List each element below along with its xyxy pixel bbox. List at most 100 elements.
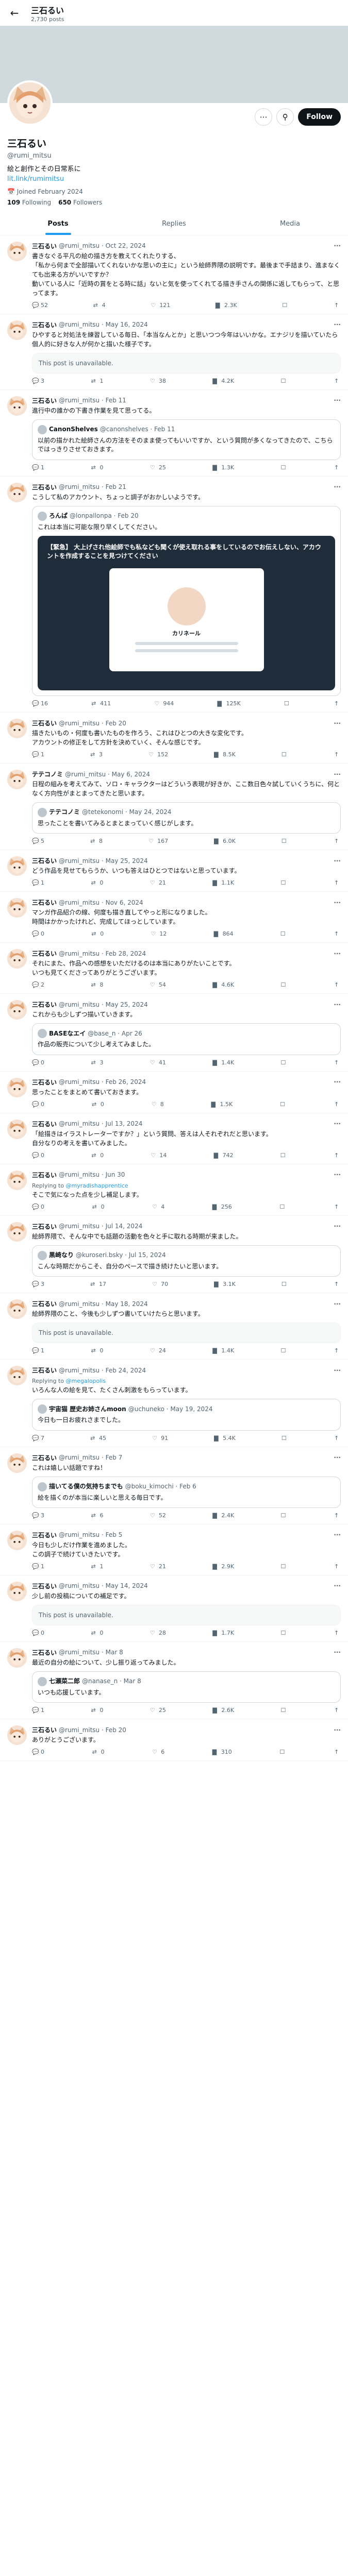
heart-button[interactable]: ♡ 70 <box>152 1281 168 1287</box>
heart-button[interactable]: ♡ 944 <box>154 700 174 707</box>
repost-button[interactable]: ⇄ 1 <box>91 1563 103 1570</box>
avatar[interactable] <box>7 1366 27 1386</box>
avatar[interactable] <box>7 320 27 340</box>
avatar[interactable] <box>7 949 27 969</box>
views-button[interactable]: ▇ 3.1K <box>214 1281 236 1287</box>
tweet[interactable]: 三石るい @rumi_mitsu · Feb 28, 2024 ··· それにまた、作… <box>0 943 348 994</box>
heart-button[interactable]: ♡ 21 <box>150 879 166 886</box>
repost-button[interactable]: ⇄ 0 <box>91 1152 104 1159</box>
quote-image[interactable]: 【緊急】 大上げされ他絵師でも私なども聞くが使え取れる事をしているのでお伝えしな… <box>38 536 335 691</box>
bookmark-button[interactable]: ☐ <box>281 1281 288 1287</box>
share-button[interactable]: ↑ <box>334 464 341 471</box>
share-button[interactable]: ↑ <box>334 751 341 758</box>
author-name[interactable]: 三石るい <box>32 719 57 727</box>
profile-link[interactable]: lit.link/rumimitsu <box>7 175 341 184</box>
heart-button[interactable]: ♡ 91 <box>152 1435 168 1442</box>
tweet[interactable]: 三石るい @rumi_mitsu · May 16, 2024 ··· ひやすると対処… <box>0 314 348 390</box>
author-name[interactable]: 三石るい <box>32 1000 57 1009</box>
author-name[interactable]: 三石るい <box>32 483 57 492</box>
author-name[interactable]: テテコノミ <box>32 770 63 778</box>
more-icon[interactable]: ··· <box>334 1582 341 1589</box>
author-name[interactable]: 三石るい <box>32 1453 57 1462</box>
repost-button[interactable]: ⇄ 17 <box>90 1281 106 1287</box>
avatar[interactable] <box>7 1648 27 1668</box>
bookmark-button[interactable]: ☐ <box>282 302 289 309</box>
bookmark-button[interactable]: ☐ <box>281 751 288 758</box>
author-name[interactable]: 三石るい <box>32 1171 57 1179</box>
follow-button[interactable]: Follow <box>298 108 341 126</box>
share-button[interactable]: ↑ <box>334 1630 341 1636</box>
tweet[interactable]: 三石るい @rumi_mitsu · Feb 20 ··· ありがとうございます。 💬 0… <box>0 1719 348 1761</box>
quoted-tweet[interactable]: ろんぱ @lonpallonpa · Feb 20 これは本当に可能な限り早くしてく… <box>32 505 341 697</box>
author-name[interactable]: 三石るい <box>32 1120 57 1128</box>
bookmark-button[interactable]: ☐ <box>281 1347 288 1354</box>
repost-button[interactable]: ⇄ 0 <box>92 1204 105 1210</box>
avatar[interactable] <box>7 898 27 918</box>
tweet[interactable]: 三石るい @rumi_mitsu · Feb 7 ··· これは嬉しい話題ですね！ 描い… <box>0 1447 348 1524</box>
bookmark-button[interactable]: ☐ <box>281 1563 288 1570</box>
tweet[interactable]: 三石るい @rumi_mitsu · Feb 26, 2024 ··· 思ったことをま… <box>0 1072 348 1113</box>
author-name[interactable]: 三石るい <box>32 1222 57 1231</box>
more-icon[interactable]: ··· <box>334 242 341 249</box>
repost-button[interactable]: ⇄ 0 <box>92 1101 104 1108</box>
heart-button[interactable]: ♡ 25 <box>150 464 166 471</box>
author-name[interactable]: 三石るい <box>32 1531 57 1539</box>
views-button[interactable]: ▇ 256 <box>212 1204 232 1210</box>
avatar[interactable] <box>7 1725 27 1745</box>
reply-to-handle[interactable]: @megalopolis <box>66 1378 106 1384</box>
more-icon[interactable]: ··· <box>334 397 341 404</box>
reply-button[interactable]: 💬 3 <box>32 378 44 384</box>
more-icon[interactable]: ⋯ <box>255 108 273 126</box>
tweet[interactable]: 三石るい @rumi_mitsu · Jun 30 ··· Replying to @… <box>0 1164 348 1216</box>
share-button[interactable]: ↑ <box>334 1101 341 1108</box>
tweet[interactable]: 三石るい @rumi_mitsu · Jul 14, 2024 ··· 絵師界隈で、そ… <box>0 1216 348 1294</box>
repost-button[interactable]: ⇄ 8 <box>90 838 103 844</box>
heart-button[interactable]: ♡ 28 <box>150 1630 166 1636</box>
following-link[interactable]: 109 Following <box>7 198 51 207</box>
more-icon[interactable]: ··· <box>334 899 341 906</box>
more-icon[interactable]: ··· <box>334 1367 341 1374</box>
reply-button[interactable]: 💬 0 <box>32 1204 44 1210</box>
tweet[interactable]: 三石るい @rumi_mitsu · Feb 24, 2024 ··· Replyin… <box>0 1360 348 1447</box>
followers-link[interactable]: 650 Followers <box>58 198 102 207</box>
reply-button[interactable]: 💬 1 <box>32 751 44 758</box>
heart-button[interactable]: ♡ 6 <box>152 1749 164 1755</box>
repost-button[interactable]: ⇄ 0 <box>91 879 103 886</box>
quoted-tweet[interactable]: CanonShelves @canonshelves · Feb 11 以前の描かれ… <box>32 419 341 460</box>
more-icon[interactable]: ··· <box>334 1649 341 1656</box>
tweet[interactable]: 三石るい @rumi_mitsu · Jul 13, 2024 ··· 「絵描きはイラ… <box>0 1113 348 1164</box>
repost-button[interactable]: ⇄ 8 <box>91 981 103 988</box>
quoted-tweet[interactable]: 宇宙猫 歴史お姉さんmoon @uchuneko · May 19, 2024 今日… <box>32 1399 341 1431</box>
quoted-tweet[interactable]: BASEなエイ @base_n · Apr 26 作品の販売について少し考えてみまし… <box>32 1023 341 1055</box>
tweet[interactable]: 三石るい @rumi_mitsu · Mar 8 ··· 最近の自分の絵について、少し… <box>0 1642 348 1720</box>
reply-button[interactable]: 💬 7 <box>32 1435 44 1442</box>
bookmark-button[interactable]: ☐ <box>279 1204 286 1210</box>
more-icon[interactable]: ··· <box>334 771 341 778</box>
bookmark-button[interactable]: ☐ <box>284 700 291 707</box>
repost-button[interactable]: ⇄ 4 <box>93 302 106 309</box>
more-icon[interactable]: ··· <box>334 1726 341 1734</box>
heart-button[interactable]: ♡ 24 <box>150 1347 166 1354</box>
author-name[interactable]: 三石るい <box>32 320 57 329</box>
share-button[interactable]: ↑ <box>334 1059 341 1066</box>
tweet[interactable]: 三石るい @rumi_mitsu · Feb 20 ··· 描きたいもの・何度も書いた… <box>0 713 348 764</box>
share-button[interactable]: ↑ <box>334 302 341 309</box>
views-button[interactable]: ▇ 4.2K <box>212 378 234 384</box>
tweet[interactable]: 三石るい @rumi_mitsu · Feb 5 ··· 今日も少しだけ作業を進めまし… <box>0 1524 348 1575</box>
author-name[interactable]: 三石るい <box>32 1078 57 1087</box>
bookmark-button[interactable]: ☐ <box>281 1630 288 1636</box>
bookmark-button[interactable]: ☐ <box>281 464 288 471</box>
share-button[interactable]: ↑ <box>334 1749 341 1755</box>
views-button[interactable]: ▇ 5.4K <box>214 1435 236 1442</box>
share-button[interactable]: ↑ <box>334 1563 341 1570</box>
heart-button[interactable]: ♡ 121 <box>151 302 170 309</box>
share-button[interactable]: ↑ <box>334 700 341 707</box>
avatar[interactable] <box>7 1299 27 1319</box>
repost-button[interactable]: ⇄ 3 <box>90 751 103 758</box>
views-button[interactable]: ▇ 1.4K <box>212 1347 234 1354</box>
repost-button[interactable]: ⇄ 0 <box>91 1707 103 1714</box>
tweet[interactable]: 三石るい @rumi_mitsu · Feb 21 ··· こうして私のアカウント、ち… <box>0 477 348 713</box>
reply-to-handle[interactable]: @myradishapprentice <box>66 1182 128 1189</box>
share-button[interactable]: ↑ <box>334 1152 341 1159</box>
reply-button[interactable]: 💬 1 <box>32 1347 44 1354</box>
